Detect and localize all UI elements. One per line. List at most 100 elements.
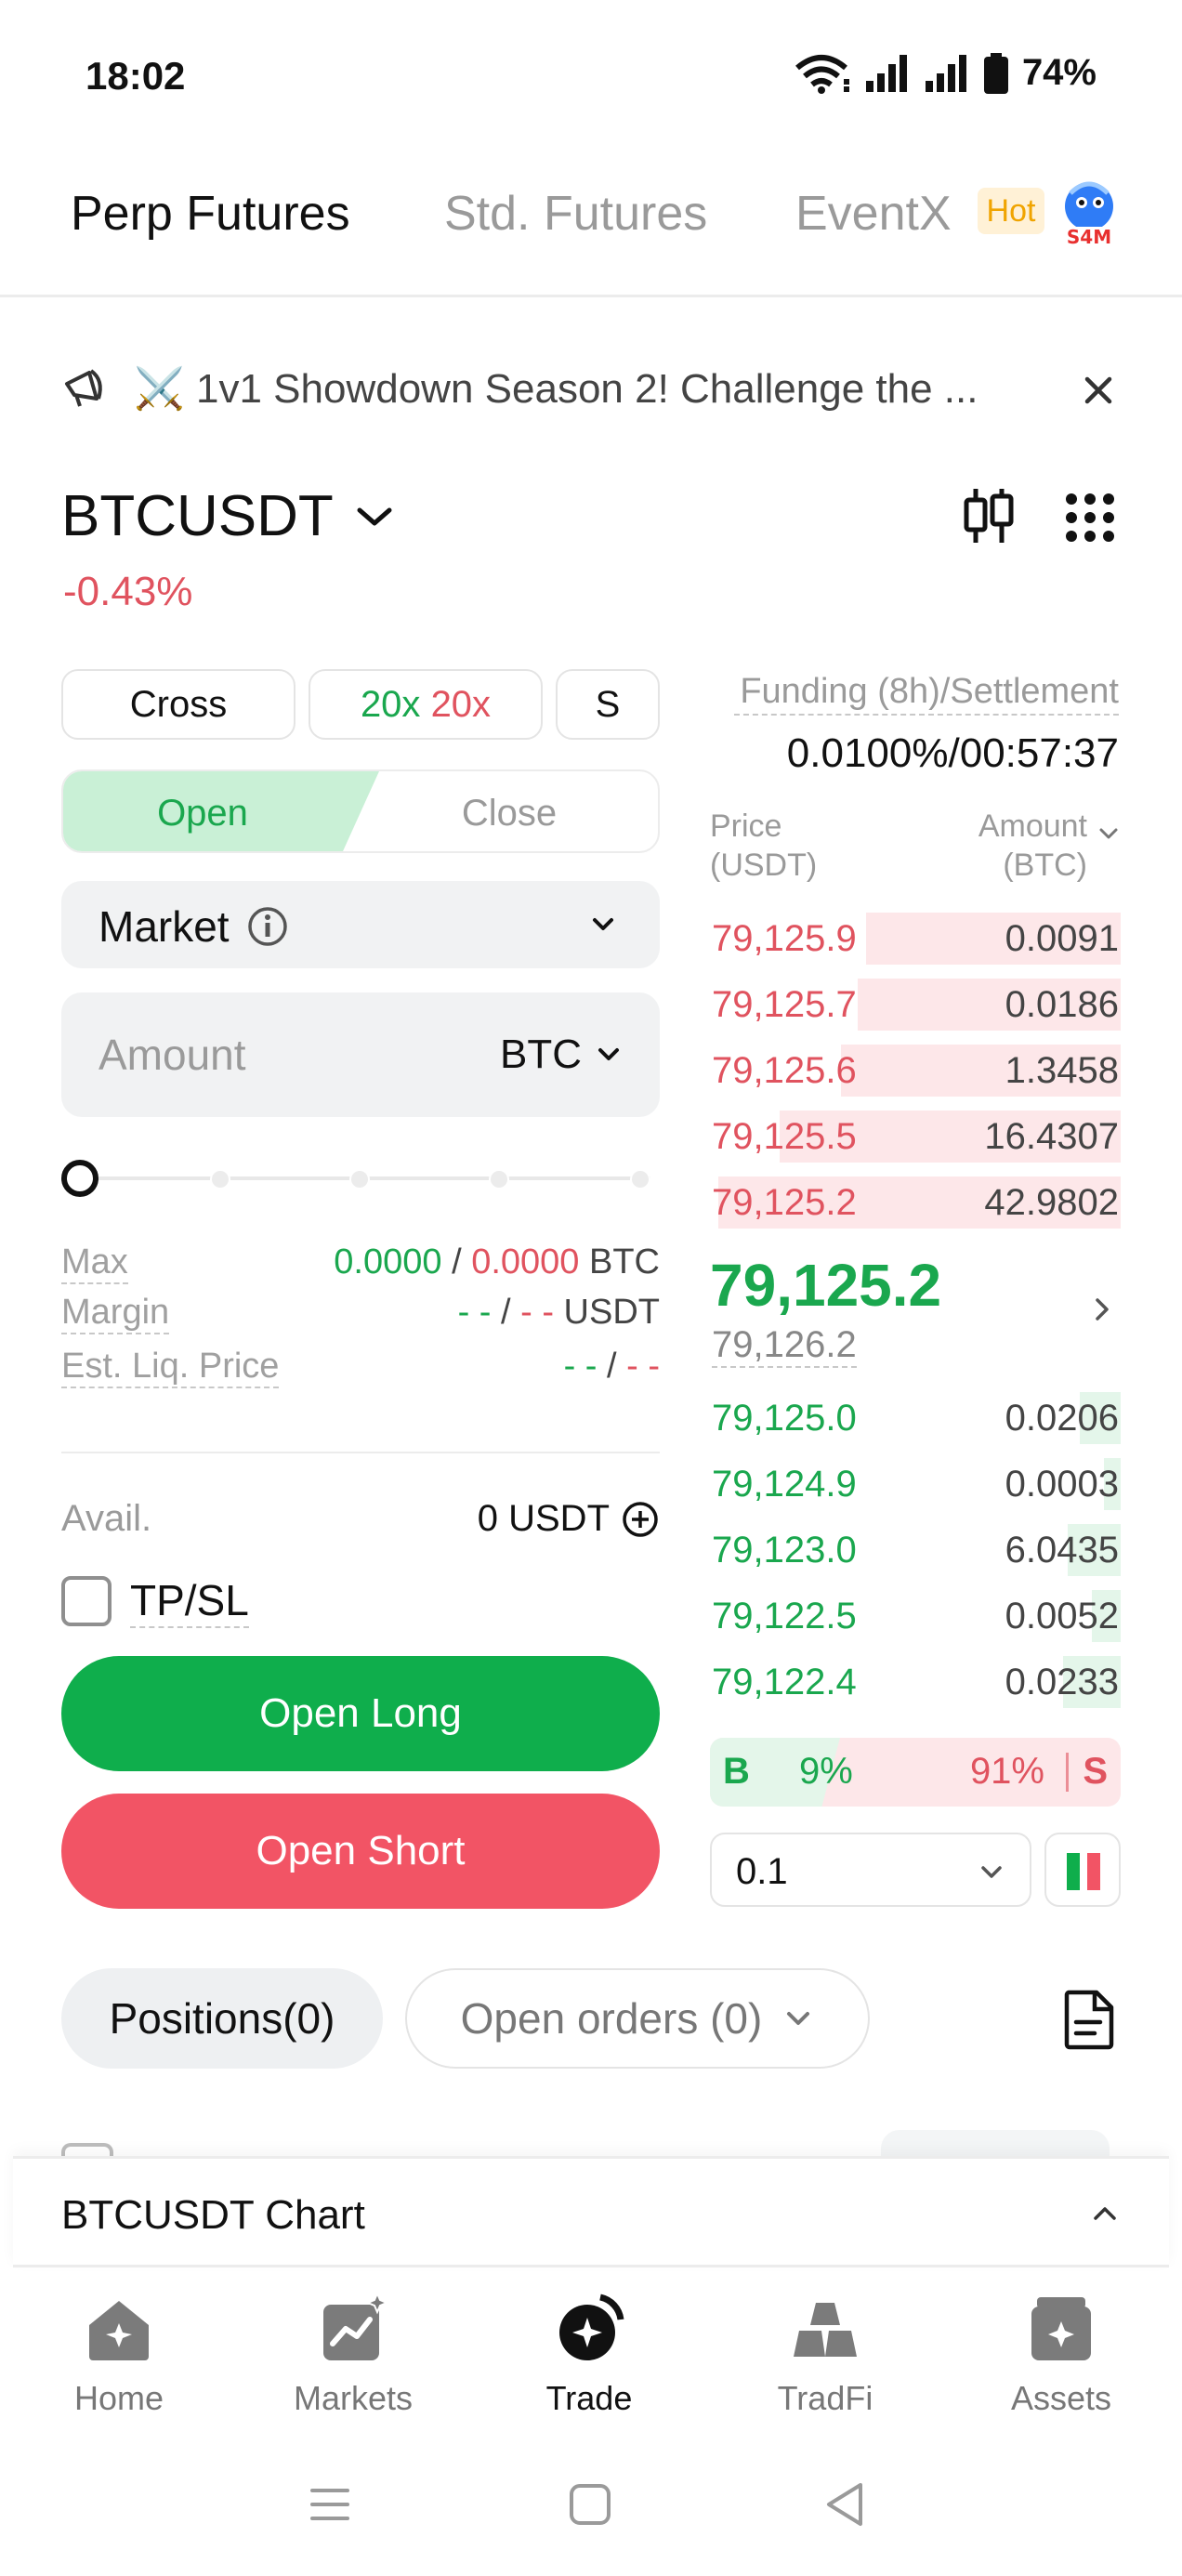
- open-tab[interactable]: Open: [63, 771, 379, 851]
- mascot-icon[interactable]: S4M: [1052, 175, 1126, 249]
- slider-step[interactable]: [630, 1169, 650, 1189]
- document-icon[interactable]: [1061, 1989, 1117, 2050]
- nav-tradfi[interactable]: TradFi: [732, 2292, 918, 2418]
- tab-eventx[interactable]: EventX: [795, 186, 952, 242]
- order-type-select[interactable]: Market: [61, 881, 660, 968]
- ask-price: 79,125.2: [712, 1182, 857, 1223]
- tab-perp-futures[interactable]: Perp Futures: [71, 186, 350, 242]
- product-tabs: Perp Futures Std. Futures EventX Hot S4M: [0, 167, 1182, 297]
- nav-tradfi-label: TradFi: [777, 2379, 873, 2417]
- price-change: -0.43%: [63, 569, 193, 614]
- position-mode-button[interactable]: S: [556, 669, 660, 740]
- bid-price: 79,125.0: [712, 1398, 857, 1439]
- ask-row[interactable]: 79,125.7 0.0186: [710, 975, 1121, 1034]
- ask-price: 79,125.6: [712, 1050, 857, 1091]
- ask-amount: 42.9802: [984, 1182, 1119, 1223]
- margin-long: - -: [457, 1293, 492, 1332]
- assets-icon: [1031, 2297, 1091, 2360]
- chevron-down-icon: [593, 918, 613, 930]
- leverage-button[interactable]: 20x 20x: [309, 669, 543, 740]
- bid-amount: 0.0233: [1005, 1662, 1119, 1702]
- liq-price-row: Est. Liq. Price - - / - -: [61, 1346, 660, 1394]
- symbol-selector[interactable]: BTCUSDT: [61, 483, 395, 549]
- slider-handle[interactable]: [61, 1160, 98, 1197]
- amount-input[interactable]: Amount BTC: [61, 992, 660, 1117]
- slider-step[interactable]: [210, 1169, 230, 1189]
- bid-row[interactable]: 79,125.0 0.0206: [710, 1388, 1121, 1448]
- home-icon: [89, 2301, 149, 2360]
- nav-assets[interactable]: Assets: [968, 2292, 1154, 2418]
- margin-label[interactable]: Margin: [61, 1292, 170, 1334]
- add-funds-icon[interactable]: [621, 1500, 660, 1539]
- open-long-button[interactable]: Open Long: [61, 1656, 660, 1771]
- liq-price-label[interactable]: Est. Liq. Price: [61, 1346, 280, 1388]
- bottom-nav: Home Markets Trade TradFi Assets: [0, 2267, 1182, 2435]
- margin-row: Margin - - / - - USDT: [61, 1292, 660, 1340]
- back-icon[interactable]: [821, 2479, 868, 2530]
- candlestick-icon[interactable]: [961, 487, 1017, 545]
- amount-placeholder: Amount: [98, 1031, 246, 1079]
- markets-icon: [323, 2292, 389, 2360]
- liq-long: - -: [563, 1347, 598, 1386]
- funding-value: 0.0100%/00:57:37: [786, 730, 1119, 776]
- announcement-text[interactable]: ⚔️ 1v1 Showdown Season 2! Challenge the …: [134, 364, 978, 413]
- slider-step[interactable]: [489, 1169, 509, 1189]
- close-tab[interactable]: Close: [342, 771, 658, 851]
- ask-row[interactable]: 79,125.2 42.9802: [710, 1173, 1121, 1232]
- chevron-down-icon: [357, 507, 392, 525]
- tpsl-toggle[interactable]: TP/SL: [61, 1574, 249, 1628]
- separator: /: [597, 1347, 627, 1386]
- margin-mode-button[interactable]: Cross: [61, 669, 296, 740]
- amount-slider[interactable]: [61, 1160, 660, 1197]
- max-label[interactable]: Max: [61, 1242, 128, 1284]
- bid-row[interactable]: 79,124.9 0.0003: [710, 1454, 1121, 1514]
- chevron-down-icon: [981, 1866, 1002, 1878]
- layout-ask-icon: [1087, 1853, 1100, 1890]
- tpsl-checkbox[interactable]: [61, 1576, 112, 1626]
- ask-row[interactable]: 79,125.5 16.4307: [710, 1107, 1121, 1166]
- slider-step[interactable]: [349, 1169, 370, 1189]
- ask-row[interactable]: 79,125.9 0.0091: [710, 909, 1121, 968]
- price-header-unit: (USDT): [710, 848, 818, 883]
- avail-value: 0 USDT: [477, 1498, 610, 1539]
- precision-select[interactable]: 0.1: [710, 1833, 1031, 1907]
- max-short: 0.0000: [471, 1242, 580, 1281]
- open-short-button[interactable]: Open Short: [61, 1794, 660, 1909]
- last-price[interactable]: 79,125.2: [710, 1251, 941, 1320]
- orderbook-layout-button[interactable]: [1044, 1833, 1121, 1907]
- orderbook-amount-header[interactable]: Amount (BTC): [978, 807, 1121, 885]
- position-mode-label: S: [595, 683, 621, 725]
- nav-trade[interactable]: Trade: [496, 2292, 682, 2418]
- amount-unit-select[interactable]: BTC: [500, 1032, 623, 1078]
- sell-pct: 91%: [969, 1751, 1044, 1792]
- bid-row[interactable]: 79,122.4 0.0233: [710, 1652, 1121, 1712]
- tab-std-futures[interactable]: Std. Futures: [444, 186, 707, 242]
- more-grid-icon[interactable]: [1065, 493, 1115, 543]
- chart-drawer[interactable]: BTCUSDT Chart: [13, 2156, 1169, 2267]
- bid-row[interactable]: 79,123.0 6.0435: [710, 1520, 1121, 1580]
- bid-row[interactable]: 79,122.5 0.0052: [710, 1586, 1121, 1646]
- info-icon[interactable]: [246, 905, 289, 948]
- nav-markets[interactable]: Markets: [260, 2292, 446, 2418]
- wifi-icon: [795, 54, 849, 94]
- funding-label[interactable]: Funding (8h)/Settlement: [734, 669, 1119, 716]
- tab-positions[interactable]: Positions(0): [61, 1968, 383, 2069]
- announcement-bar[interactable]: ⚔️ 1v1 Showdown Season 2! Challenge the …: [63, 362, 1123, 414]
- bid-amount: 0.0052: [1005, 1596, 1119, 1636]
- ask-row[interactable]: 79,125.6 1.3458: [710, 1041, 1121, 1100]
- nav-home[interactable]: Home: [26, 2292, 212, 2418]
- buy-pct: 9%: [799, 1751, 853, 1792]
- close-icon[interactable]: [1074, 366, 1123, 414]
- bid-amount: 0.0003: [1005, 1464, 1119, 1505]
- price-header-label: Price: [710, 808, 782, 844]
- home-button-icon[interactable]: [567, 2481, 613, 2528]
- system-nav: [0, 2453, 1182, 2556]
- recent-apps-icon[interactable]: [307, 2481, 353, 2528]
- tab-open-orders[interactable]: Open orders (0): [405, 1968, 870, 2069]
- tpsl-label: TP/SL: [130, 1574, 249, 1628]
- chevron-right-icon[interactable]: [1089, 1294, 1115, 1325]
- nav-home-label: Home: [73, 2379, 164, 2417]
- mark-price[interactable]: 79,126.2: [712, 1323, 857, 1368]
- chevron-down-icon: [1099, 828, 1118, 839]
- bid-price: 79,123.0: [712, 1530, 857, 1571]
